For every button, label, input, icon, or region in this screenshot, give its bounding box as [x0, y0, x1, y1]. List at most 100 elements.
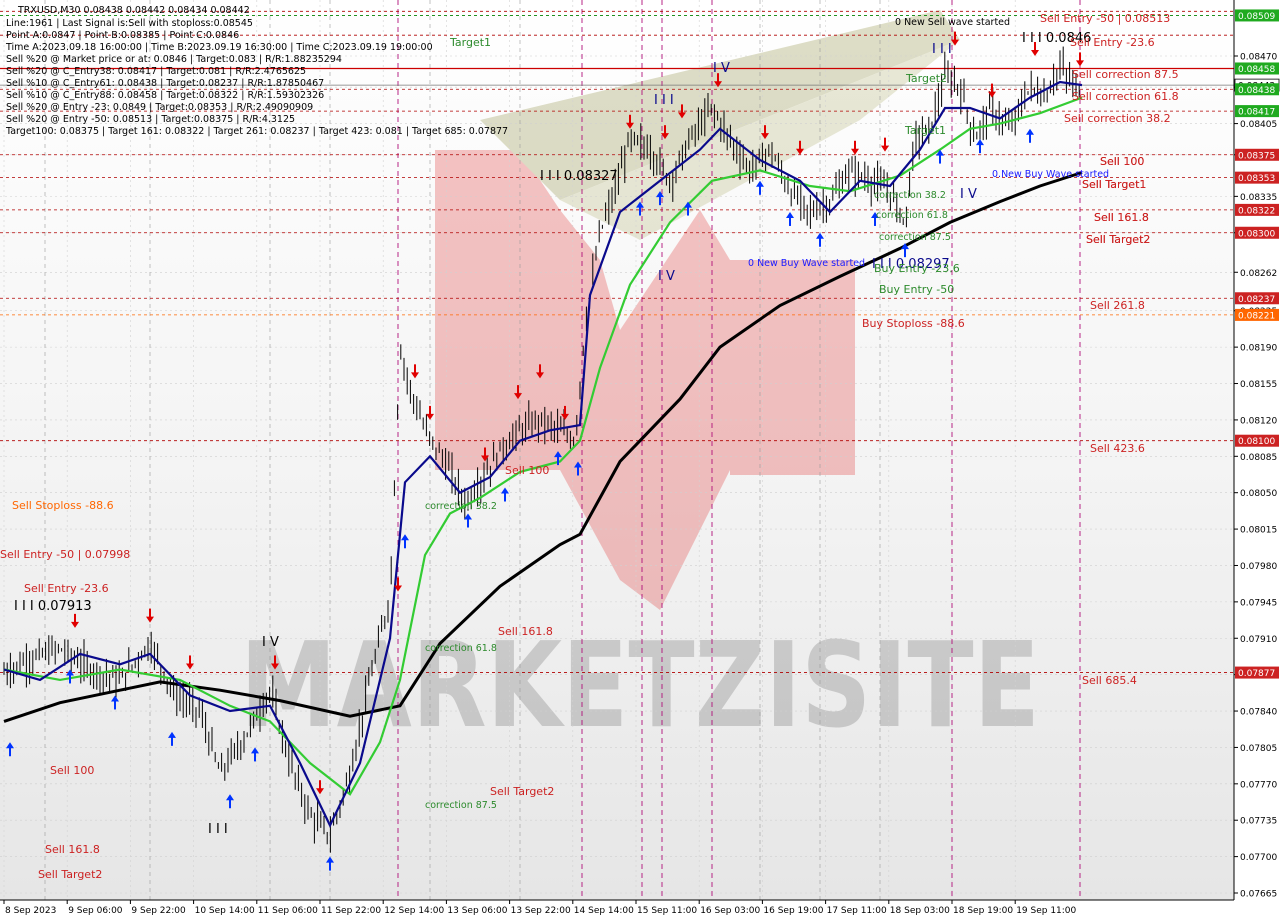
time-axis[interactable]: 8 Sep 2023 9 Sep 06:00 9 Sep 22:00 10 Sep 1… [0, 899, 1234, 920]
time-tick-label: 12 Sep 14:00 [384, 906, 444, 916]
level-label: Sell correction 38.2 [1064, 112, 1171, 125]
price-tick-label: 0.08470 [1240, 53, 1277, 63]
price-tag-label: 0.08353 [1238, 174, 1275, 184]
chart-annotation: I I I 0.08327 [540, 169, 618, 184]
chart-annotation: Sell Stoploss -88.6 [12, 499, 114, 512]
price-tag-label: 0.08221 [1238, 311, 1275, 321]
price-tick-label: 0.07700 [1240, 853, 1277, 863]
price-tick-label: 0.07910 [1240, 635, 1277, 645]
chart-annotation: I V [262, 635, 279, 650]
chart-annotation: Buy Entry -23.6 [874, 262, 960, 275]
price-tick-label: 0.07840 [1240, 708, 1277, 718]
price-axis[interactable]: 0.084700.084400.084050.083750.083350.083… [1233, 0, 1280, 920]
price-tick-label: 0.08085 [1240, 453, 1277, 463]
chart-annotation: Buy Stoploss -88.6 [862, 317, 965, 330]
chart-annotation: correction 61.8 [876, 210, 948, 221]
level-label: Sell Target1 [1082, 178, 1146, 191]
chart-annotation: Sell 100 [505, 464, 549, 477]
price-tag-label: 0.08458 [1238, 65, 1275, 75]
time-tick-label: 11 Sep 22:00 [321, 906, 381, 916]
price-tag-label: 0.08300 [1238, 229, 1275, 239]
level-label: Sell 161.8 [1094, 211, 1149, 224]
time-tick-label: 17 Sep 11:00 [827, 906, 887, 916]
price-tick-label: 0.08155 [1240, 380, 1277, 390]
price-tick-label: 0.08190 [1240, 344, 1277, 354]
price-tick-label: 0.08050 [1240, 489, 1277, 499]
chart-annotation: I V [658, 269, 675, 284]
chart-annotation: correction 87.5 [879, 232, 951, 243]
time-tick-label: 15 Sep 11:00 [637, 906, 697, 916]
level-label: Sell correction 61.8 [1072, 90, 1179, 103]
time-tick-label: 8 Sep 2023 [5, 906, 56, 916]
chart-annotation: Sell Target2 [490, 785, 554, 798]
header-line: Sell %20 @ Entry -50: 0.08513 | Target:0… [6, 114, 295, 125]
time-tick-label: 13 Sep 06:00 [447, 906, 507, 916]
level-label: Sell Entry -23.6 [1070, 36, 1155, 49]
level-label: Sell 685.4 [1082, 674, 1137, 687]
chart-annotation: Target2 [905, 72, 947, 85]
chart-annotation: I I I [208, 822, 228, 837]
price-tag-label: 0.08322 [1238, 206, 1275, 216]
chart-window[interactable]: MARKETZISITE 0 New Sell wave started I I … [0, 0, 1280, 920]
time-tick-label: 19 Sep 11:00 [1016, 906, 1076, 916]
watermark-text: MARKETZISITE [240, 616, 1040, 754]
price-tick-label: 0.07770 [1240, 780, 1277, 790]
chart-annotation: correction 61.8 [425, 643, 497, 654]
level-label: Sell 261.8 [1090, 299, 1145, 312]
chart-annotation: Target1 [904, 124, 946, 137]
header-symbol: TRXUSD,M30 0.08438 0.08442 0.08434 0.084… [17, 5, 250, 16]
chart-annotation: Target1 [449, 36, 491, 49]
header-line: Sell %20 @ Market price or at: 0.0846 | … [6, 54, 342, 65]
price-tick-label: 0.07980 [1240, 562, 1277, 572]
chart-annotation: I V [960, 187, 977, 202]
price-tag-label: 0.08509 [1238, 12, 1275, 22]
level-label: Sell 423.6 [1090, 442, 1145, 455]
level-label: Sell Entry -50 | 0.08513 [1040, 12, 1170, 25]
price-tick-label: 0.07665 [1240, 890, 1277, 900]
chart-annotation: Sell 161.8 [45, 843, 100, 856]
level-label: Sell correction 87.5 [1072, 68, 1179, 81]
price-tick-label: 0.08405 [1240, 120, 1277, 130]
chart-annotation: correction 38.2 [874, 190, 946, 201]
price-tick-label: 0.08120 [1240, 416, 1277, 426]
time-tick-label: 16 Sep 19:00 [763, 906, 823, 916]
time-tick-label: 18 Sep 03:00 [890, 906, 950, 916]
time-tick-label: 11 Sep 06:00 [258, 906, 318, 916]
price-tag-label: 0.08237 [1238, 295, 1275, 305]
chart-annotation: correction 38.2 [425, 501, 497, 512]
chart-annotation: Sell Target2 [38, 868, 102, 881]
header-line: Sell %20 @ Entry -23: 0.0849 | Target:0.… [6, 102, 313, 113]
chart-annotation: I V [713, 61, 730, 76]
chart-annotation: I I I [654, 93, 674, 108]
chart-annotation: Sell 161.8 [498, 625, 553, 638]
chart-annotation: I I I 0.07913 [14, 599, 92, 614]
header-line: Sell %20 @ C_Entry38: 0.08417 | Target:0… [6, 66, 306, 77]
header-line: Sell %10 @ C_Entry61: 0.08438 | Target:0… [6, 78, 324, 89]
chart-annotation: Sell Entry -23.6 [24, 582, 109, 595]
price-tick-label: 0.07735 [1240, 817, 1277, 827]
chart-annotation: correction 87.5 [425, 800, 497, 811]
chart-annotation: 0 New Buy Wave started [748, 258, 865, 269]
header-line: Time A:2023.09.18 16:00:00 | Time B:2023… [5, 42, 433, 53]
header-line: Line:1961 | Last Signal is:Sell with sto… [6, 18, 253, 29]
time-tick-label: 9 Sep 06:00 [68, 906, 123, 916]
chart-annotation: 0 New Sell wave started [895, 17, 1010, 28]
price-tick-label: 0.07805 [1240, 744, 1277, 754]
chart-annotation: Sell Entry -50 | 0.07998 [0, 548, 130, 561]
time-tick-label: 14 Sep 14:00 [574, 906, 634, 916]
header-line: Point A:0.0847 | Point B:0.08385 | Point… [6, 30, 239, 41]
chart-annotation: I I I [932, 42, 952, 57]
header-line: Sell %10 @ C_Entry88: 0.08458 | Target:0… [6, 90, 324, 101]
time-tick-label: 10 Sep 14:00 [195, 906, 255, 916]
price-chart[interactable]: MARKETZISITE 0 New Sell wave started I I … [0, 0, 1280, 920]
time-tick-label: 18 Sep 19:00 [953, 906, 1013, 916]
price-tag-label: 0.08417 [1238, 108, 1275, 118]
time-tick-label: 16 Sep 03:00 [700, 906, 760, 916]
time-tick-label: 9 Sep 22:00 [131, 906, 186, 916]
price-tick-label: 0.08262 [1240, 269, 1277, 279]
level-label: Sell Target2 [1086, 233, 1150, 246]
time-tick-label: 13 Sep 22:00 [511, 906, 571, 916]
price-tag-label: 0.08375 [1238, 151, 1275, 161]
price-tick-label: 0.08335 [1240, 193, 1277, 203]
price-tag-label: 0.08100 [1238, 437, 1275, 447]
